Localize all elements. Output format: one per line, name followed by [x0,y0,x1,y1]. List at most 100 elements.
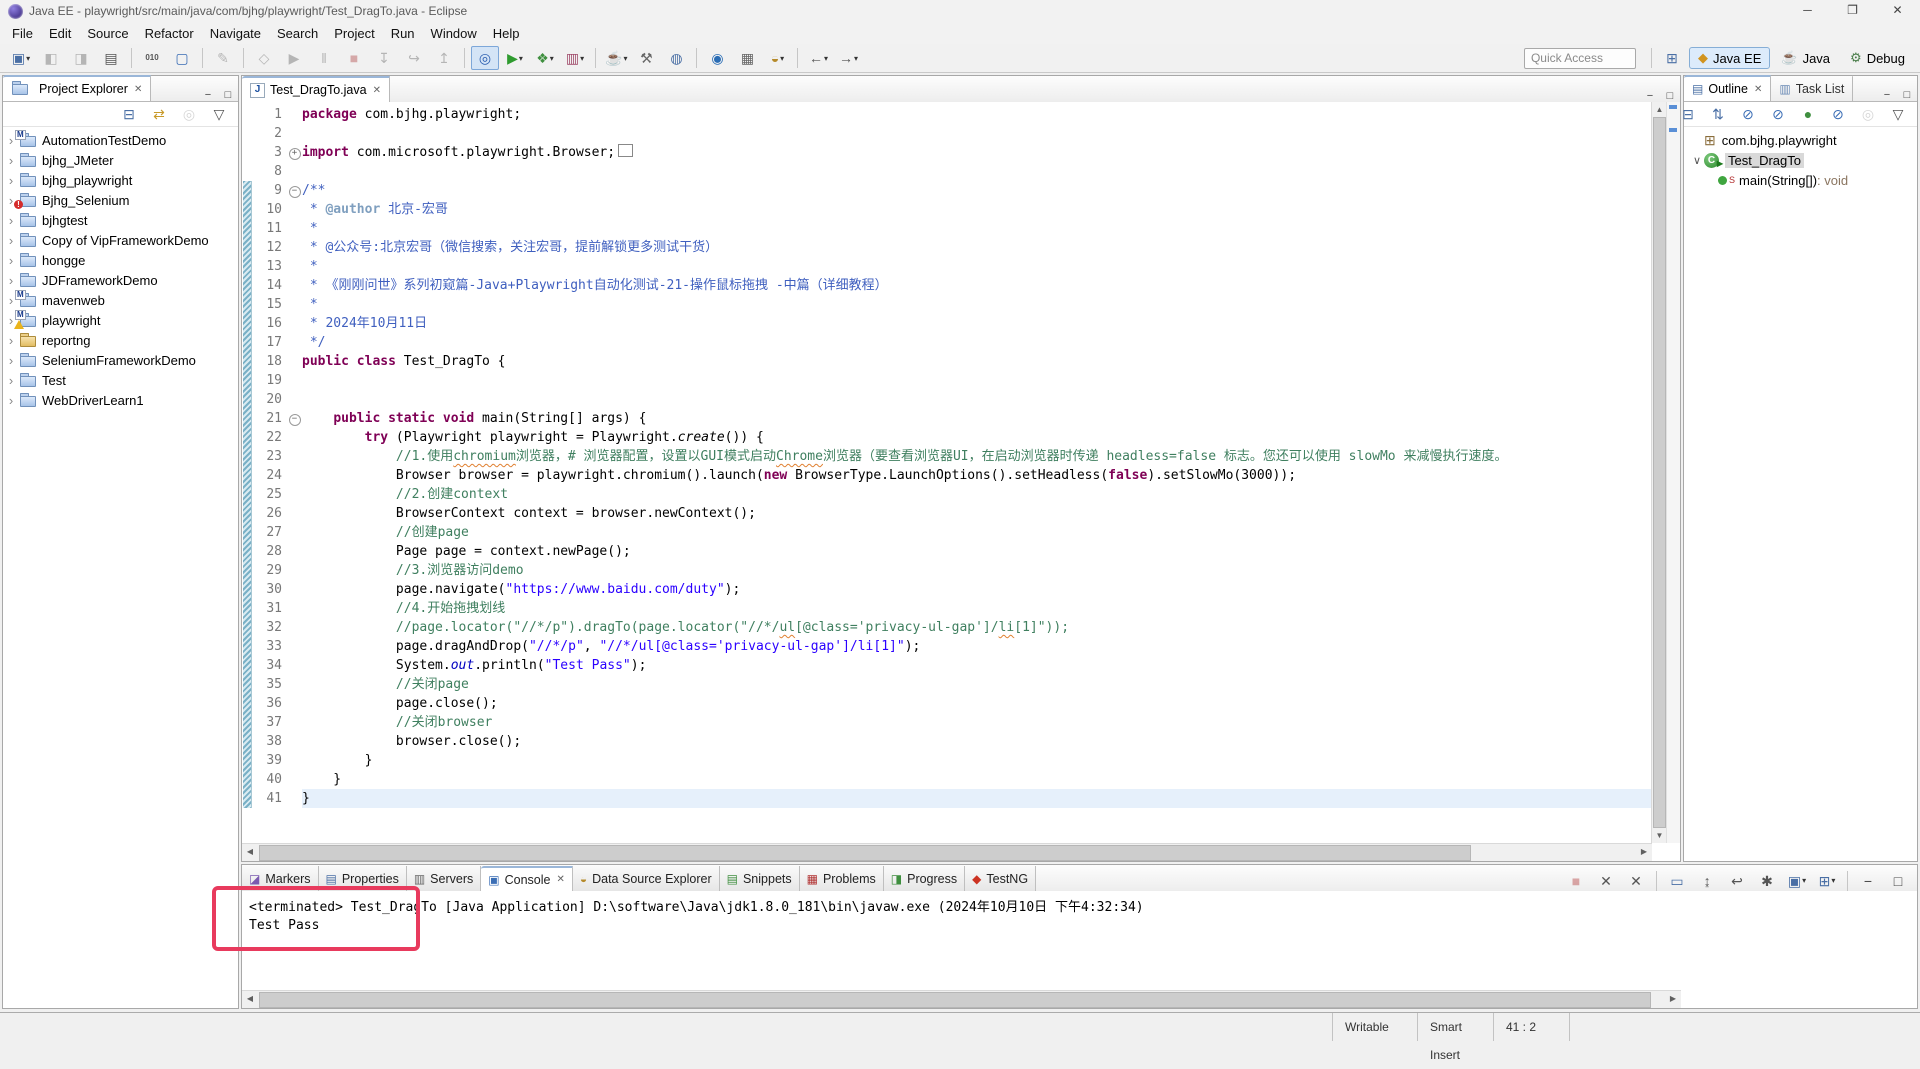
expand-chevron-icon[interactable]: › [3,273,19,288]
maximize-icon[interactable]: □ [1660,90,1680,102]
back-button[interactable]: ← ▾ [804,46,832,70]
forward-button[interactable]: → ▾ [834,46,862,70]
tab-test-dragto-java[interactable]: J Test_DragTo.java ✕ [242,76,390,102]
tab-outline[interactable]: ▤ Outline ✕ [1684,75,1772,101]
console-horizontal-scrollbar[interactable]: ◀ ▶ [242,990,1681,1008]
display-selected-console-icon[interactable]: ▣ ▾ [1783,871,1811,891]
menu-refactor[interactable]: Refactor [137,24,202,43]
minimize-icon[interactable]: − [1640,90,1660,102]
tab-task-list[interactable]: ▥ Task List [1771,75,1854,101]
hide-local-types-icon[interactable]: ⊘ [1824,104,1852,124]
search-button[interactable]: ◎ [471,46,499,70]
scroll-up-icon[interactable]: ▲ [1652,102,1667,117]
link-with-editor-icon[interactable]: ⇄ [145,104,173,124]
code-line-17[interactable]: 17 */ [242,333,1652,352]
overview-ruler[interactable] [1666,102,1680,843]
expand-chevron-icon[interactable]: › [3,333,19,348]
code-line-31[interactable]: 31 //4.开始拖拽划线 [242,599,1652,618]
menu-help[interactable]: Help [485,24,528,43]
collapse-all-icon[interactable]: ⊟ [1674,104,1702,124]
project-automationtestdemo[interactable]: › M AutomationTestDemo [3,130,238,150]
editor-horizontal-scrollbar[interactable]: ◀ ▶ [242,843,1652,861]
expand-chevron-icon[interactable]: › [3,213,19,228]
new-java-project-button[interactable]: ☕ ▾ [602,46,630,70]
focus-icon[interactable]: ◎ [1854,104,1882,124]
maximize-button[interactable]: ❐ [1830,0,1875,22]
fold-collapse-icon[interactable]: − [288,186,301,198]
close-button[interactable]: ✕ [1875,0,1920,22]
scroll-left-icon[interactable]: ◀ [242,991,258,1007]
menu-run[interactable]: Run [383,24,423,43]
code-line-25[interactable]: 25 //2.创建context [242,485,1652,504]
quick-access-input[interactable]: Quick Access [1523,47,1636,69]
open-type-button[interactable]: ◍ [662,46,690,70]
folded-region-box[interactable] [618,144,634,157]
project-webdriverlearn1[interactable]: › WebDriverLearn1 [3,390,238,410]
code-line-41[interactable]: 41} [242,789,1652,808]
minimize-button[interactable]: ─ [1785,0,1830,22]
word-wrap-icon[interactable]: ↩ [1723,871,1751,891]
code-line-10[interactable]: 10 * @author 北京-宏哥 [242,200,1652,219]
open-perspective-button[interactable]: ⊞ [1658,46,1686,70]
tab-testng[interactable]: ◆ TestNG [965,866,1037,891]
code-line-21[interactable]: 21− public static void main(String[] arg… [242,409,1652,428]
scrollbar-thumb[interactable] [259,845,1471,861]
terminate-button[interactable]: ■ [340,46,368,70]
expand-chevron-icon[interactable]: › [3,233,19,248]
scroll-right-icon[interactable]: ▶ [1665,991,1681,1007]
project-hongge[interactable]: › hongge [3,250,238,270]
view-menu-icon[interactable]: ▽ [205,104,233,124]
step-over-button[interactable]: ↪ [400,46,428,70]
tab-project-explorer[interactable]: Project Explorer ✕ [3,75,152,101]
project-bjhgtest[interactable]: › bjhgtest [3,210,238,230]
fold-collapse-icon[interactable]: − [288,414,301,426]
suspend-button[interactable]: ‖ [310,46,338,70]
project-playwright[interactable]: › Mplaywright [3,310,238,330]
pin-console-icon[interactable]: ✱ [1753,871,1781,891]
code-line-16[interactable]: 16 * 2024年10月11日 [242,314,1652,333]
code-line-34[interactable]: 34 System.out.println("Test Pass"); [242,656,1652,675]
menu-file[interactable]: File [4,24,41,43]
hide-fields-icon[interactable]: ⊘ [1734,104,1762,124]
code-line-36[interactable]: 36 page.close(); [242,694,1652,713]
step-return-button[interactable]: ↥ [430,46,458,70]
code-line-22[interactable]: 22 try (Playwright playwright = Playwrig… [242,428,1652,447]
code-line-39[interactable]: 39 } [242,751,1652,770]
edit-annotation-button[interactable]: ✎ [209,46,237,70]
project-bjhg-playwright[interactable]: › bjhg_playwright [3,170,238,190]
hide-static-members-icon[interactable]: ⊘ [1764,104,1792,124]
project-mavenweb[interactable]: › Mmavenweb [3,290,238,310]
project-bjhg-selenium[interactable]: ›! Bjhg_Selenium [3,190,238,210]
view-menu-icon[interactable]: ▽ [1884,104,1912,124]
expand-chevron-icon[interactable]: › [3,373,19,388]
project-copy-of-vipframeworkdemo[interactable]: › Copy of VipFrameworkDemo [3,230,238,250]
minimize-icon[interactable]: − [1854,871,1882,891]
minimize-icon[interactable]: − [1877,89,1897,101]
code-line-33[interactable]: 33 page.dragAndDrop("//*/p", "//*/ul[@cl… [242,637,1652,656]
scroll-right-icon[interactable]: ▶ [1636,844,1652,860]
expand-chevron-icon[interactable]: › [3,353,19,368]
code-editor[interactable]: 1 package com.bjhg.playwright; 2 3 + import c… [242,102,1652,843]
remove-launch-icon[interactable]: ✕ [1592,871,1620,891]
maximize-icon[interactable]: □ [218,89,238,101]
scrollbar-thumb[interactable] [1653,117,1666,828]
tab-problems[interactable]: ▦ Problems [799,866,884,891]
outline-item-class[interactable]: ∨ C ▶ Test_DragTo [1684,150,1917,170]
code-line-1[interactable]: 1 package com.bjhg.playwright; [242,105,1652,124]
editor-vertical-scrollbar[interactable]: ▲ ▼ [1651,102,1667,843]
web-browser-button[interactable]: ◉ [703,46,731,70]
resume-button[interactable]: ▶ [280,46,308,70]
code-line-3[interactable]: 3 + import com.microsoft.playwright.Browse… [242,143,1652,162]
code-line-29[interactable]: 29 //3.浏览器访问demo [242,561,1652,580]
tab-snippets[interactable]: ▤ Snippets [719,866,800,891]
code-line-20[interactable]: 20 [242,390,1652,409]
menu-edit[interactable]: Edit [41,24,79,43]
save-all-button[interactable]: ◨ [67,46,95,70]
code-line-15[interactable]: 15 * [242,295,1652,314]
focus-icon[interactable]: ◎ [175,104,203,124]
menu-source[interactable]: Source [79,24,136,43]
perspective-java[interactable]: ☕ Java [1772,47,1839,69]
code-line-32[interactable]: 32 //page.locator("//*/p").dragTo(page.l… [242,618,1652,637]
minimize-icon[interactable]: − [198,89,218,101]
expand-chevron-icon[interactable]: › [3,393,19,408]
